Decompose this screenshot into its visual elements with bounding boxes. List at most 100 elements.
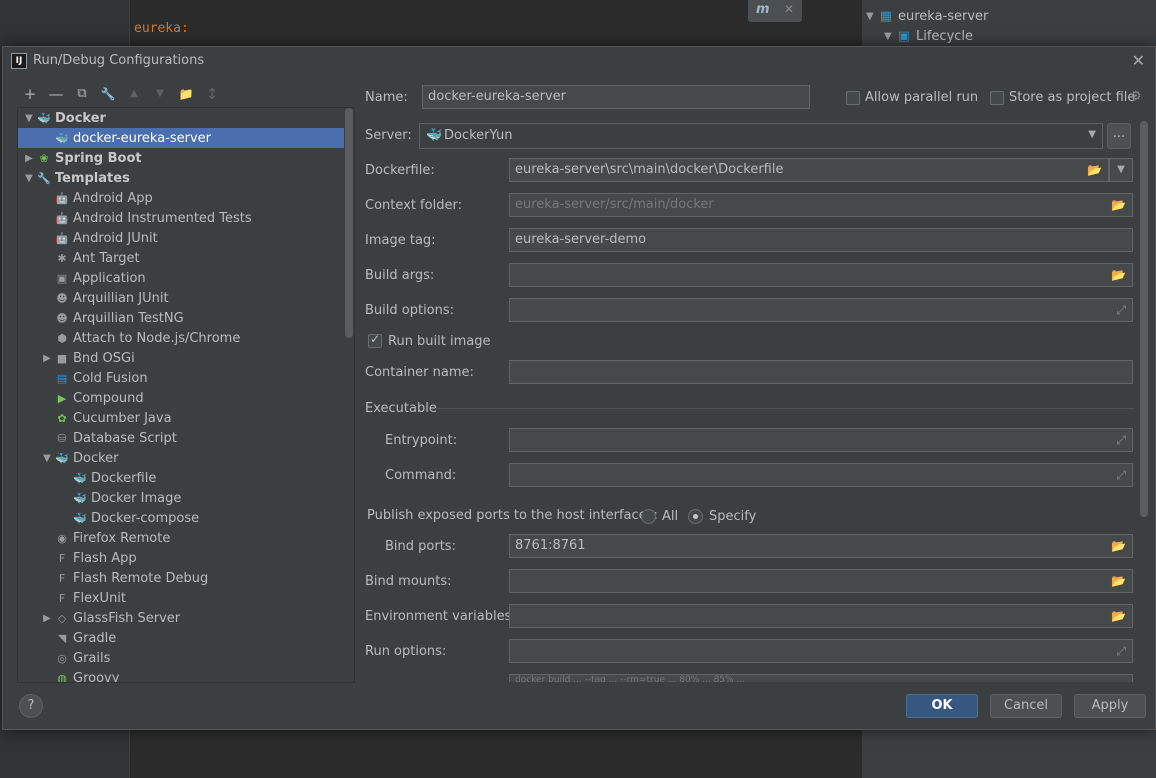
- cancel-button[interactable]: Cancel: [990, 694, 1062, 718]
- firefox-icon: ◉: [57, 531, 67, 545]
- folder-add-icon[interactable]: 📁: [175, 83, 197, 105]
- tree-scrollbar[interactable]: [345, 108, 353, 338]
- server-more-button[interactable]: ...: [1107, 123, 1131, 149]
- tree-item[interactable]: ▶ ◇ GlassFish Server: [18, 608, 344, 628]
- wrench-icon[interactable]: 🔧: [97, 83, 119, 105]
- close-icon[interactable]: ✕: [784, 2, 794, 16]
- expand-icon[interactable]: ⤢: [1116, 640, 1126, 662]
- tree-item[interactable]: ⬢ Attach to Node.js/Chrome: [18, 328, 344, 348]
- radio-specify[interactable]: [688, 509, 703, 524]
- tree-item[interactable]: ▤ Cold Fusion: [18, 368, 344, 388]
- bind-ports-input[interactable]: 8761:8761 📂: [509, 534, 1133, 558]
- entrypoint-input[interactable]: ⤢: [509, 428, 1133, 452]
- tree-item[interactable]: F Flash App: [18, 548, 344, 568]
- expand-arrow-icon[interactable]: ▼: [884, 31, 892, 42]
- folder-icon[interactable]: 📂: [1111, 535, 1126, 557]
- bind-mounts-input[interactable]: 📂: [509, 569, 1133, 593]
- maven-badge[interactable]: m ✕: [748, 0, 802, 22]
- apply-button[interactable]: Apply: [1074, 694, 1146, 718]
- expand-icon[interactable]: ⤢: [1116, 464, 1126, 486]
- context-folder-input[interactable]: eureka-server/src/main/docker 📂: [509, 193, 1133, 217]
- expand-arrow-icon[interactable]: ▼: [22, 113, 36, 124]
- store-project-checkbox[interactable]: [990, 91, 1004, 105]
- tree-item[interactable]: ☻ Arquillian TestNG: [18, 308, 344, 328]
- docker-icon: 🐳: [73, 471, 87, 485]
- copy-icon[interactable]: ⧉: [71, 83, 93, 105]
- name-input[interactable]: docker-eureka-server: [422, 85, 810, 109]
- ok-button[interactable]: OK: [906, 694, 978, 718]
- expand-arrow-icon[interactable]: ▼: [40, 453, 54, 464]
- tree-item[interactable]: ▶ ■ Bnd OSGi: [18, 348, 344, 368]
- server-select[interactable]: 🐳 DockerYun ▼: [419, 123, 1103, 149]
- tree-item[interactable]: ▼ 🔧 Templates: [18, 168, 344, 188]
- folder-icon[interactable]: 📂: [1111, 264, 1126, 286]
- radio-all[interactable]: [641, 509, 656, 524]
- command-input[interactable]: ⤢: [509, 463, 1133, 487]
- application-icon: ▣: [56, 271, 68, 285]
- tree-item[interactable]: 🤖 Android JUnit: [18, 228, 344, 248]
- expand-icon[interactable]: ⤢: [1116, 429, 1126, 451]
- tree-item[interactable]: ✱ Ant Target: [18, 248, 344, 268]
- maven-tree-item[interactable]: ▼ ▣ Lifecycle: [866, 26, 988, 46]
- tree-item[interactable]: ▣ Application: [18, 268, 344, 288]
- tree-item[interactable]: 🐳 docker-eureka-server: [18, 128, 344, 148]
- build-options-input[interactable]: ⤢: [509, 298, 1133, 322]
- name-label: Name:: [365, 90, 408, 105]
- sort-icon[interactable]: ↕: [201, 83, 223, 105]
- tree-item-label: docker-eureka-server: [73, 130, 212, 146]
- groovy-icon: ◍: [57, 671, 67, 683]
- tree-item[interactable]: ▼ 🐳 Docker: [18, 448, 344, 468]
- expand-arrow-icon[interactable]: ▼: [22, 173, 36, 184]
- tree-item[interactable]: ▶ Compound: [18, 388, 344, 408]
- expand-arrow-icon[interactable]: ▶: [22, 153, 36, 164]
- tree-item[interactable]: 🐳 Docker-compose: [18, 508, 344, 528]
- tree-item[interactable]: 🐳 Docker Image: [18, 488, 344, 508]
- expand-icon[interactable]: ⤢: [1116, 299, 1126, 321]
- tree-item[interactable]: ▼ 🐳 Docker: [18, 108, 344, 128]
- environment-variables-label: Environment variables:: [365, 609, 516, 624]
- expand-arrow-icon[interactable]: ▶: [40, 613, 54, 624]
- android-icon: 🤖: [55, 231, 69, 245]
- maven-tree-item[interactable]: ▼ ▦ eureka-server: [866, 6, 988, 26]
- move-up-icon[interactable]: ▲: [123, 83, 145, 105]
- dockerfile-dropdown-button[interactable]: ▼: [1109, 158, 1133, 182]
- bind-ports-value: 8761:8761: [515, 538, 586, 553]
- tree-item[interactable]: ▶ ❀ Spring Boot: [18, 148, 344, 168]
- expand-arrow-icon[interactable]: ▼: [866, 11, 874, 22]
- tree-item[interactable]: ◍ Groovy: [18, 668, 344, 683]
- move-down-icon[interactable]: ▼: [149, 83, 171, 105]
- tree-item[interactable]: 🤖 Android Instrumented Tests: [18, 208, 344, 228]
- environment-variables-input[interactable]: 📂: [509, 604, 1133, 628]
- build-args-input[interactable]: 📂: [509, 263, 1133, 287]
- tree-item[interactable]: ◥ Gradle: [18, 628, 344, 648]
- container-name-input[interactable]: [509, 360, 1133, 384]
- tree-item[interactable]: F FlexUnit: [18, 588, 344, 608]
- expand-arrow-icon[interactable]: ▶: [40, 353, 54, 364]
- help-button[interactable]: ?: [19, 694, 43, 718]
- remove-icon[interactable]: —: [45, 83, 67, 105]
- tree-item[interactable]: 🤖 Android App: [18, 188, 344, 208]
- tree-item-label: Docker Image: [91, 490, 182, 506]
- tree-item[interactable]: ◎ Grails: [18, 648, 344, 668]
- tree-item[interactable]: ✿ Cucumber Java: [18, 408, 344, 428]
- folder-icon[interactable]: 📂: [1111, 194, 1126, 216]
- tree-item[interactable]: ◉ Firefox Remote: [18, 528, 344, 548]
- tree-item[interactable]: F Flash Remote Debug: [18, 568, 344, 588]
- dockerfile-input[interactable]: eureka-server\src\main\docker\Dockerfile…: [509, 158, 1109, 182]
- folder-icon[interactable]: 📂: [1111, 570, 1126, 592]
- configuration-tree[interactable]: ▼ 🐳 Docker 🐳 docker-eureka-server ▶ ❀ Spring Bo…: [17, 107, 355, 683]
- gear-icon[interactable]: ⚙: [1130, 89, 1142, 104]
- form-scrollbar[interactable]: [1140, 121, 1148, 517]
- add-icon[interactable]: +: [19, 83, 41, 105]
- tree-item[interactable]: 🐳 Dockerfile: [18, 468, 344, 488]
- folder-icon[interactable]: 📂: [1087, 159, 1102, 181]
- tree-item[interactable]: ⛁ Database Script: [18, 428, 344, 448]
- allow-parallel-checkbox[interactable]: [846, 91, 860, 105]
- image-tag-input[interactable]: eureka-server-demo: [509, 228, 1133, 252]
- run-options-input[interactable]: ⤢: [509, 639, 1133, 663]
- maven-module-icon: ▦: [879, 8, 892, 24]
- close-icon[interactable]: ✕: [1132, 51, 1145, 70]
- folder-icon[interactable]: 📂: [1111, 605, 1126, 627]
- run-built-image-checkbox[interactable]: [368, 332, 382, 348]
- tree-item[interactable]: ☻ Arquillian JUnit: [18, 288, 344, 308]
